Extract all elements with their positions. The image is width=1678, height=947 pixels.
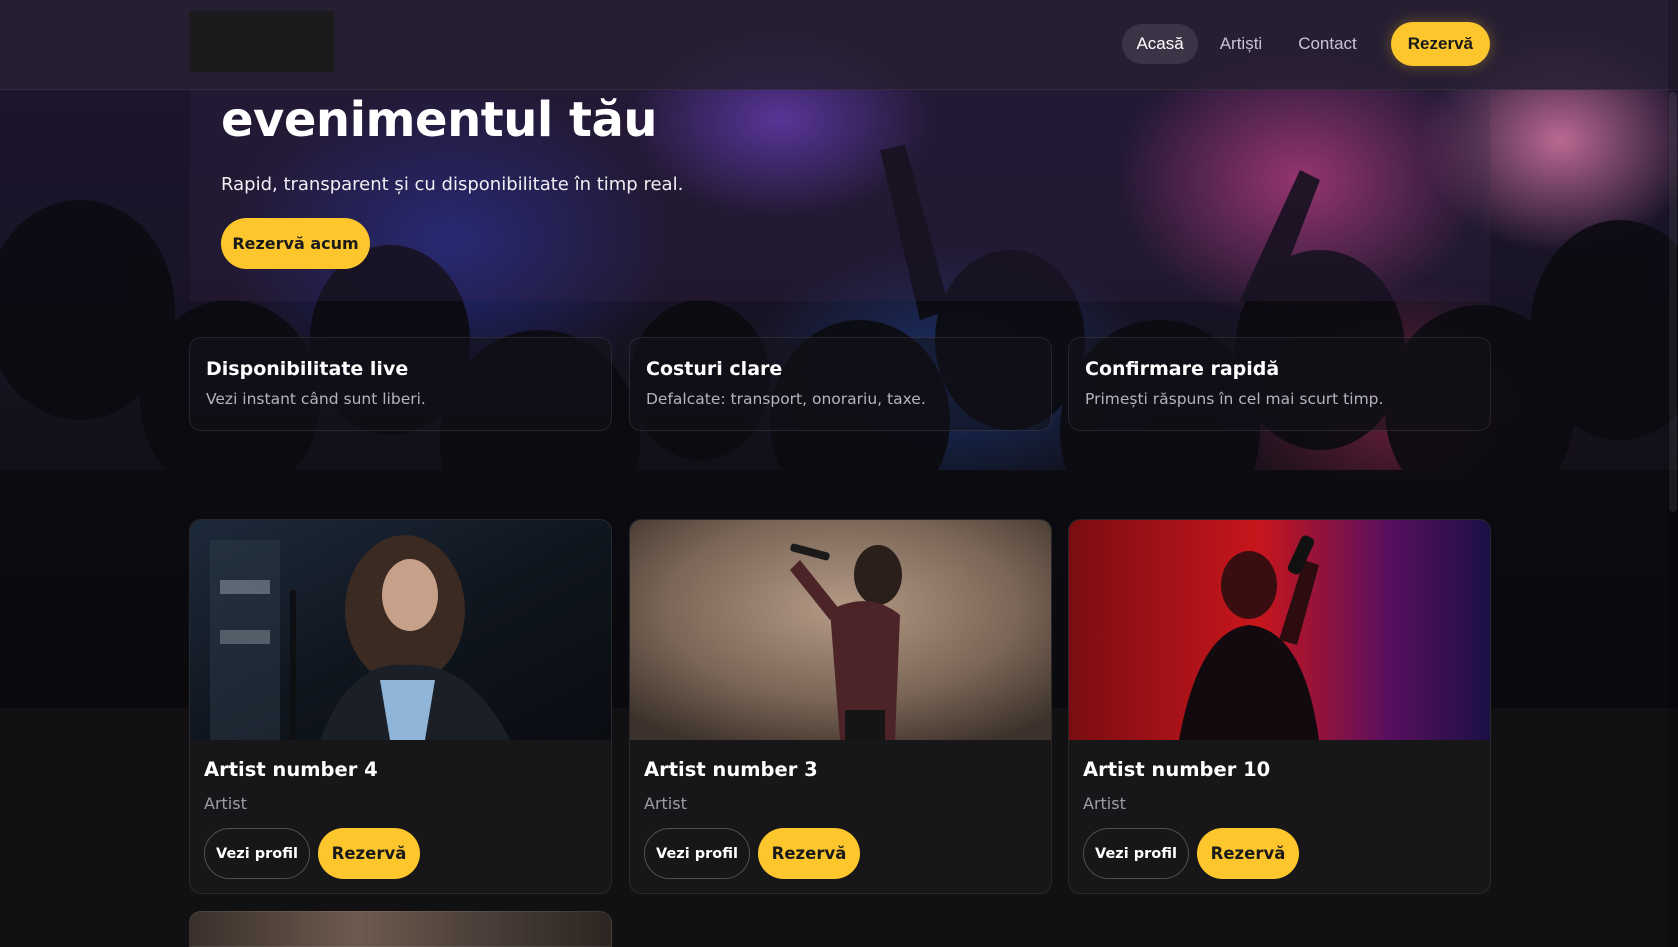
feature-text: Vezi instant când sunt liberi. bbox=[206, 390, 426, 408]
artist-name: Artist number 4 bbox=[204, 758, 378, 781]
feature-card-availability: Disponibilitate live Vezi instant când s… bbox=[189, 337, 612, 431]
hero-book-now-button[interactable]: Rezervă acum bbox=[221, 218, 370, 269]
view-profile-button[interactable]: Vezi profil bbox=[204, 828, 310, 879]
artist-name: Artist number 10 bbox=[1083, 758, 1271, 781]
feature-card-costs: Costuri clare Defalcate: transport, onor… bbox=[629, 337, 1052, 431]
artist-card: Artist number 4 Artist Vezi profil Rezer… bbox=[189, 519, 612, 894]
feature-title: Disponibilitate live bbox=[206, 358, 409, 380]
main-nav: Acasă Artiști Contact Rezervă bbox=[1122, 22, 1490, 66]
feature-text: Defalcate: transport, onorariu, taxe. bbox=[646, 390, 926, 408]
book-artist-button[interactable]: Rezervă bbox=[1197, 828, 1299, 879]
feature-title: Costuri clare bbox=[646, 358, 783, 380]
feature-text: Primești răspuns în cel mai scurt timp. bbox=[1085, 390, 1384, 408]
view-profile-button[interactable]: Vezi profil bbox=[644, 828, 750, 879]
site-header: Acasă Artiști Contact Rezervă bbox=[0, 0, 1678, 90]
artist-role: Artist bbox=[1083, 794, 1126, 813]
logo[interactable] bbox=[189, 11, 334, 72]
artist-photo[interactable] bbox=[1069, 520, 1491, 740]
artist-photo[interactable] bbox=[190, 520, 612, 740]
artist-card: Artist number 10 Artist Vezi profil Reze… bbox=[1068, 519, 1491, 894]
artist-card: Artist number 3 Artist Vezi profil Rezer… bbox=[629, 519, 1052, 894]
page-scrollbar[interactable] bbox=[1668, 0, 1678, 947]
book-artist-button[interactable]: Rezervă bbox=[758, 828, 860, 879]
feature-title: Confirmare rapidă bbox=[1085, 358, 1280, 380]
book-artist-button[interactable]: Rezervă bbox=[318, 828, 420, 879]
nav-link-artists[interactable]: Artiști bbox=[1206, 24, 1277, 64]
artist-name: Artist number 3 bbox=[644, 758, 818, 781]
artist-card-partial[interactable] bbox=[189, 911, 612, 947]
hero-title: evenimentul tău bbox=[221, 92, 658, 148]
artist-photo[interactable] bbox=[630, 520, 1052, 740]
scrollbar-thumb[interactable] bbox=[1669, 92, 1677, 512]
nav-link-home[interactable]: Acasă bbox=[1122, 24, 1198, 64]
artist-role: Artist bbox=[644, 794, 687, 813]
feature-card-confirmation: Confirmare rapidă Primești răspuns în ce… bbox=[1068, 337, 1491, 431]
artist-role: Artist bbox=[204, 794, 247, 813]
header-book-button[interactable]: Rezervă bbox=[1390, 22, 1490, 66]
nav-link-contact[interactable]: Contact bbox=[1284, 24, 1371, 64]
view-profile-button[interactable]: Vezi profil bbox=[1083, 828, 1189, 879]
hero-subtitle: Rapid, transparent și cu disponibilitate… bbox=[221, 174, 684, 195]
